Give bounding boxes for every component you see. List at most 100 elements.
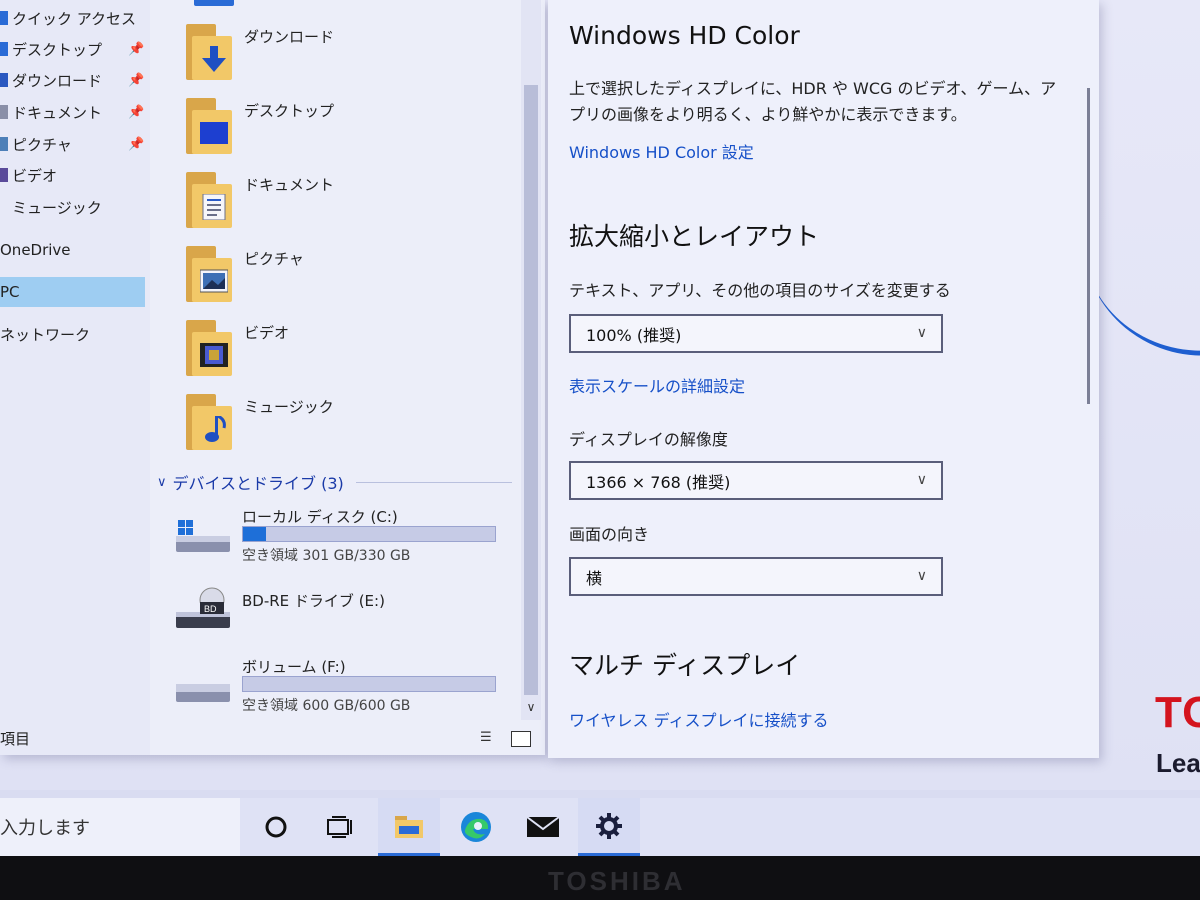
edge-taskbar-button[interactable] xyxy=(445,798,507,856)
scrollbar-thumb[interactable] xyxy=(524,85,538,695)
resolution-dropdown[interactable]: 1366 × 768 (推奨) ∨ xyxy=(569,461,943,500)
nav-item-network[interactable]: ネットワーク xyxy=(0,319,150,349)
nav-item-label: ビデオ xyxy=(12,166,58,185)
folder-label: ビデオ xyxy=(244,324,290,342)
desktop-icon xyxy=(0,42,8,56)
devices-group-header[interactable]: ∨ デバイスとドライブ (3) xyxy=(157,470,512,494)
folder-videos[interactable]: ビデオ xyxy=(182,320,482,390)
large-icons-view-icon[interactable] xyxy=(511,731,531,747)
drive-volume-f[interactable]: ボリューム (F:) 空き領域 600 GB/600 GB xyxy=(172,658,512,718)
folder-label: ドキュメント xyxy=(244,176,335,194)
orientation-dropdown[interactable]: 横 ∨ xyxy=(569,557,943,596)
task-view-icon xyxy=(327,816,352,838)
folder-pictures[interactable]: ピクチャ xyxy=(182,246,482,316)
details-view-icon[interactable]: ☰ xyxy=(480,730,500,746)
nav-item-pc[interactable]: PC xyxy=(0,277,145,307)
advanced-scaling-link[interactable]: 表示スケールの詳細設定 xyxy=(569,373,745,397)
nav-item-pictures[interactable]: ピクチャ 📌 xyxy=(0,129,150,159)
settings-taskbar-button[interactable] xyxy=(578,798,640,856)
pin-icon[interactable]: 📌 xyxy=(128,137,144,152)
orientation-selected-value: 横 xyxy=(586,568,603,588)
folder-label: デスクトップ xyxy=(244,102,335,120)
search-placeholder: 入力します xyxy=(0,818,90,839)
nav-item-label: ドキュメント xyxy=(12,103,103,122)
drive-local-c[interactable]: ローカル ディスク (C:) 空き領域 301 GB/330 GB xyxy=(172,508,512,568)
explorer-scrollbar[interactable]: ∨ xyxy=(521,0,541,720)
nav-item-label: PC xyxy=(0,283,20,301)
drive-icon xyxy=(176,684,230,702)
drive-usage-bar xyxy=(242,676,496,692)
folder-icon xyxy=(182,394,234,452)
pin-icon[interactable]: 📌 xyxy=(128,105,144,120)
mail-icon xyxy=(526,816,560,837)
scale-label: テキスト、アプリ、その他の項目のサイズを変更する xyxy=(569,281,951,300)
chevron-down-icon: ∨ xyxy=(916,568,927,584)
pin-icon[interactable]: 📌 xyxy=(128,42,144,57)
nav-item-label: ネットワーク xyxy=(0,325,91,344)
folder-label: ダウンロード xyxy=(244,28,335,46)
multi-display-heading: マルチ ディスプレイ xyxy=(569,651,801,680)
desktop-icon xyxy=(200,122,228,144)
resolution-label: ディスプレイの解像度 xyxy=(569,430,728,449)
nav-item-label: ダウンロード xyxy=(12,71,103,90)
task-view-button[interactable] xyxy=(309,798,371,856)
nav-item-documents[interactable]: ドキュメント 📌 xyxy=(0,97,150,127)
cortana-icon xyxy=(265,816,287,838)
scale-dropdown[interactable]: 100% (推奨) ∨ xyxy=(569,314,943,353)
music-note-icon xyxy=(205,416,226,442)
settings-scrollbar[interactable] xyxy=(1087,88,1090,404)
wallpaper-arc xyxy=(1082,213,1200,372)
file-explorer-icon xyxy=(395,815,423,838)
drive-name: ローカル ディスク (C:) xyxy=(242,508,398,526)
folder-music[interactable]: ミュージック xyxy=(182,394,482,464)
nav-item-label: ピクチャ xyxy=(12,135,72,154)
edge-icon xyxy=(461,812,491,842)
video-icon xyxy=(200,343,228,367)
group-divider xyxy=(355,481,512,483)
star-icon xyxy=(0,11,8,25)
cortana-button[interactable] xyxy=(245,798,307,856)
nav-item-quick-access[interactable]: クイック アクセス xyxy=(0,3,150,33)
drive-name: BD-RE ドライブ (E:) xyxy=(242,592,385,610)
wallpaper-logo-text: TO xyxy=(1155,688,1200,737)
folder-downloads[interactable]: ダウンロード xyxy=(182,24,482,94)
folder-icon xyxy=(194,0,234,6)
group-header-label: デバイスとドライブ (3) xyxy=(172,474,344,493)
wireless-display-link[interactable]: ワイヤレス ディスプレイに接続する xyxy=(569,707,829,731)
bezel-brand-logo: TOSHIBA xyxy=(548,866,686,896)
pin-icon[interactable]: 📌 xyxy=(128,73,144,88)
hdr-settings-link[interactable]: Windows HD Color 設定 xyxy=(569,139,754,163)
svg-text:BD: BD xyxy=(204,604,217,614)
nav-item-desktop[interactable]: デスクトップ 📌 xyxy=(0,34,150,64)
chevron-down-icon: ∨ xyxy=(916,472,927,488)
nav-item-label: クイック アクセス xyxy=(12,9,137,28)
nav-item-label: OneDrive xyxy=(0,241,71,259)
nav-item-label: デスクトップ xyxy=(12,40,103,59)
nav-item-onedrive[interactable]: OneDrive xyxy=(0,235,150,265)
folder-documents[interactable]: ドキュメント xyxy=(182,172,482,242)
document-icon xyxy=(0,105,8,119)
hdr-heading: Windows HD Color xyxy=(569,21,800,50)
nav-item-videos[interactable]: ビデオ xyxy=(0,160,150,190)
taskbar-search-box[interactable]: 入力します xyxy=(0,798,240,856)
nav-item-downloads[interactable]: ダウンロード 📌 xyxy=(0,65,150,95)
orientation-label: 画面の向き xyxy=(569,525,650,544)
video-icon xyxy=(0,168,8,182)
folder-label: ピクチャ xyxy=(244,250,304,268)
folder-desktop[interactable]: デスクトップ xyxy=(182,98,482,168)
drive-usage-bar xyxy=(242,526,496,542)
folder-icon xyxy=(182,320,234,378)
folder-icon xyxy=(182,98,234,156)
windows-drive-icon xyxy=(176,520,230,552)
nav-item-music[interactable]: ミュージック xyxy=(0,192,150,222)
nav-item-label: ミュージック xyxy=(12,198,102,217)
picture-icon xyxy=(0,137,8,151)
mail-taskbar-button[interactable] xyxy=(512,798,574,856)
file-explorer-taskbar-button[interactable] xyxy=(378,798,440,856)
drive-bd-re-e[interactable]: BD BD-RE ドライブ (E:) xyxy=(172,587,512,652)
scroll-down-arrow-icon[interactable]: ∨ xyxy=(523,700,539,718)
hdr-description: 上で選択したディスプレイに、HDR や WCG のビデオ、ゲーム、アプリの画像を… xyxy=(569,79,1057,124)
settings-gear-icon xyxy=(596,812,622,839)
resolution-selected-value: 1366 × 768 (推奨) xyxy=(586,472,731,492)
download-arrow-icon xyxy=(202,46,226,72)
